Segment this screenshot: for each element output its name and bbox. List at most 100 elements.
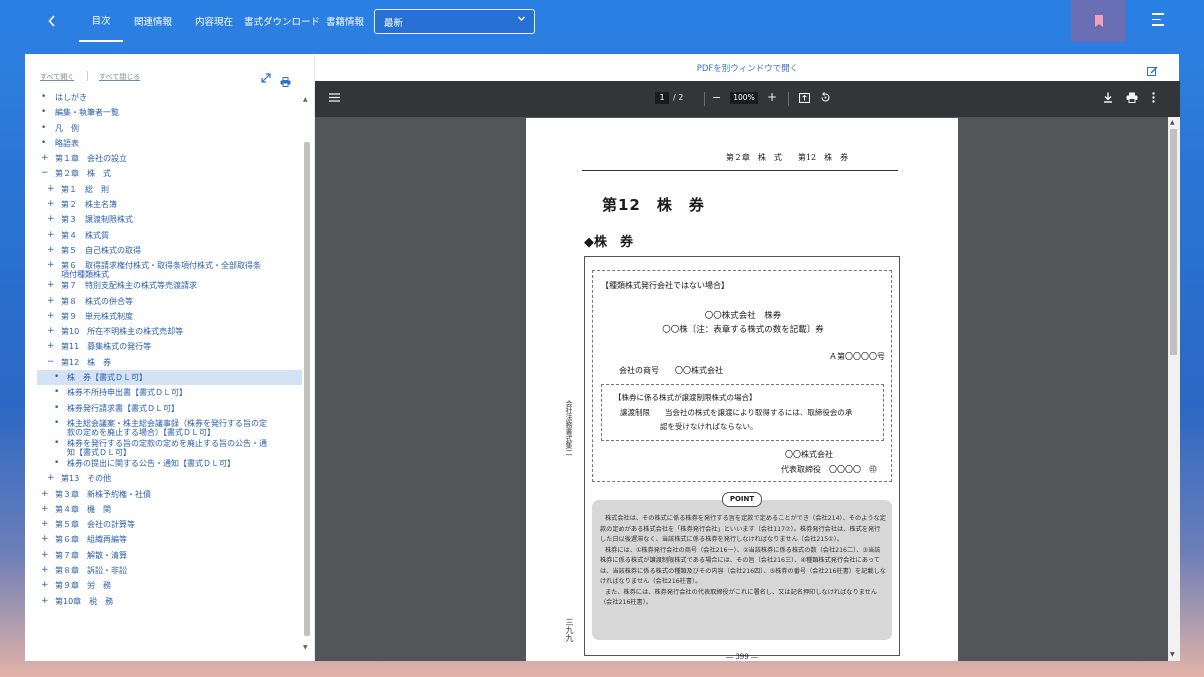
expand-plus-icon[interactable]: + [47, 296, 55, 306]
scroll-up-icon[interactable]: ▲ [303, 96, 308, 103]
expand-plus-icon[interactable]: + [41, 504, 49, 514]
zoom-in-button[interactable]: + [767, 90, 777, 104]
scroll-down-icon[interactable]: ▼ [303, 644, 308, 651]
toc-item-label[interactable]: 第２ 株主名簿 [61, 200, 117, 210]
toc-item[interactable]: + 第１ 総 則 [25, 182, 302, 197]
toc-item-label[interactable]: 第４ 株式質 [61, 231, 109, 241]
toc-item-label[interactable]: 株券の提出に関する公告・通知【書式ＤＬ可】 [67, 459, 235, 469]
toc-item[interactable]: + 第３ 譲渡制限株式 [25, 212, 302, 227]
toc-item-label[interactable]: はしがき [55, 93, 87, 103]
expand-all-link[interactable]: すべて開く [40, 72, 74, 82]
expand-plus-icon[interactable]: + [47, 199, 55, 209]
page-number-input[interactable]: 1 [655, 92, 669, 104]
toc-item-label[interactable]: 第13 その他 [61, 474, 111, 484]
toc-item-label[interactable]: 株券発行請求書【書式ＤＬ可】 [67, 404, 179, 414]
expand-plus-icon[interactable]: + [47, 473, 55, 483]
toc-item[interactable]: + 第８章 訴訟・非訟 [25, 563, 302, 578]
toc-item[interactable]: + 第１章 会社の設立 [25, 151, 302, 166]
toc-item[interactable]: − 第12 株 券 [25, 355, 302, 370]
expand-plus-icon[interactable]: + [47, 311, 55, 321]
toc-item-label[interactable]: 略語表 [55, 139, 79, 149]
print-icon[interactable] [280, 72, 291, 91]
pdf-sidebar-menu-icon[interactable] [329, 93, 340, 104]
expand-plus-icon[interactable]: + [47, 184, 55, 194]
toc-item-label[interactable]: 第１章 会社の設立 [55, 154, 127, 164]
toc-item-label[interactable]: 第10 所在不明株主の株式売却等 [61, 327, 183, 337]
menu-button[interactable] [1152, 13, 1174, 31]
more-options-icon[interactable] [1152, 92, 1155, 105]
toc-item-label[interactable]: 第９ 単元株式制度 [61, 312, 133, 322]
expand-plus-icon[interactable]: + [41, 550, 49, 560]
download-icon[interactable] [1103, 92, 1113, 105]
toc-item[interactable]: • 株 券【書式ＤＬ可】 [37, 370, 302, 386]
toc-item[interactable]: • 株主総会議案・株主総会議事録（株券を発行する旨の定 款の定めを廃止する場合）【書… [25, 416, 302, 437]
toc-scrollbar[interactable]: ▲ ▼ [303, 94, 311, 654]
toc-item[interactable]: + 第６ 取得請求権付株式・取得条項付株式・全部取得条 項付種類株式 [25, 258, 302, 279]
toc-item[interactable]: + 第13 その他 [25, 471, 302, 486]
toc-item[interactable]: • はしがき [25, 90, 302, 105]
expand-plus-icon[interactable]: + [41, 596, 49, 606]
toc-item[interactable]: • 凡 例 [25, 121, 302, 136]
toc-item[interactable]: + 第７章 解散・清算 [25, 548, 302, 563]
toc-item[interactable]: • 株券発行請求書【書式ＤＬ可】 [25, 401, 302, 416]
toc-item[interactable]: • 株券の提出に関する公告・通知【書式ＤＬ可】 [25, 456, 302, 471]
toc-item[interactable]: + 第５章 会社の計算等 [25, 517, 302, 532]
tab-related-info[interactable]: 関連情報 [134, 0, 172, 42]
toc-item-label[interactable]: 第10章 税 務 [55, 597, 113, 607]
toc-item-label[interactable]: 第５ 自己株式の取得 [61, 246, 141, 256]
toc-item[interactable]: + 第８ 株式の併合等 [25, 294, 302, 309]
toc-item-label[interactable]: 第11 募集株式の発行等 [61, 342, 151, 352]
tab-toc[interactable]: 目次 [79, 0, 123, 42]
expand-plus-icon[interactable]: + [47, 230, 55, 240]
toc-item-label[interactable]: 第７ 特別支配株主の株式等売渡請求 [61, 281, 197, 291]
toc-item-label[interactable]: 第９章 労 務 [55, 581, 111, 591]
collapse-all-link[interactable]: すべて閉じる [99, 72, 140, 82]
rotate-icon[interactable] [820, 92, 831, 105]
toc-item[interactable]: • 編集・執筆者一覧 [25, 105, 302, 120]
toc-item[interactable]: + 第３章 新株予約権・社債 [25, 487, 302, 502]
toc-item-label[interactable]: 第８ 株式の併合等 [61, 297, 133, 307]
toc-item[interactable]: + 第11 募集株式の発行等 [25, 339, 302, 354]
toc-item-label[interactable]: 第12 株 券 [61, 358, 111, 368]
toc-item-label[interactable]: 編集・執筆者一覧 [55, 108, 119, 118]
tab-content-date[interactable]: 内容現在 [195, 0, 233, 42]
toc-item[interactable]: + 第９章 労 務 [25, 578, 302, 593]
collapse-minus-icon[interactable]: − [41, 168, 49, 178]
toc-item[interactable]: + 第４ 株式質 [25, 228, 302, 243]
expand-plus-icon[interactable]: + [41, 580, 49, 590]
toc-item-label[interactable]: 第２章 株 式 [55, 169, 111, 179]
toc-item[interactable]: + 第７ 特別支配株主の株式等売渡請求 [25, 278, 302, 293]
scroll-down-icon[interactable]: ▼ [1170, 651, 1175, 658]
toc-item[interactable]: • 株券不所持申出書【書式ＤＬ可】 [25, 385, 302, 400]
expand-plus-icon[interactable]: + [41, 519, 49, 529]
zoom-input[interactable]: 100% [730, 92, 758, 104]
toc-item-label[interactable]: 第３ 譲渡制限株式 [61, 215, 133, 225]
tab-form-download[interactable]: 書式ダウンロード [244, 0, 320, 42]
toc-item[interactable]: + 第６章 組織再編等 [25, 532, 302, 547]
expand-plus-icon[interactable]: + [47, 260, 55, 270]
toc-item-label[interactable]: 第４章 機 関 [55, 505, 111, 515]
expand-plus-icon[interactable]: + [41, 153, 49, 163]
toc-item-label[interactable]: 第３章 新株予約権・社債 [55, 490, 151, 500]
toc-item[interactable]: + 第10 所在不明株主の株式売却等 [25, 324, 302, 339]
toc-item[interactable]: + 第５ 自己株式の取得 [25, 243, 302, 258]
pdf-print-icon[interactable] [1126, 92, 1138, 105]
version-select[interactable]: 最新 [374, 9, 535, 34]
pdf-scroll-thumb[interactable] [1170, 129, 1177, 355]
expand-icon[interactable] [261, 73, 271, 86]
expand-plus-icon[interactable]: + [47, 341, 55, 351]
open-pdf-link[interactable]: PDFを別ウィンドウで開く [697, 62, 799, 74]
scroll-up-icon[interactable]: ▲ [1170, 119, 1175, 126]
back-button[interactable] [40, 8, 64, 34]
toc-item[interactable]: + 第４章 機 関 [25, 502, 302, 517]
toc-item-label[interactable]: 凡 例 [55, 124, 79, 134]
toc-item[interactable]: − 第２章 株 式 [25, 166, 302, 181]
toc-item-label[interactable]: 第１ 総 則 [61, 185, 109, 195]
toc-item-label[interactable]: 第７章 解散・清算 [55, 551, 127, 561]
expand-plus-icon[interactable]: + [47, 326, 55, 336]
toc-item-label[interactable]: 第６章 組織再編等 [55, 535, 127, 545]
toc-item[interactable]: + 第９ 単元株式制度 [25, 309, 302, 324]
toc-item-label[interactable]: 第８章 訴訟・非訟 [55, 566, 127, 576]
expand-plus-icon[interactable]: + [41, 565, 49, 575]
expand-plus-icon[interactable]: + [47, 245, 55, 255]
